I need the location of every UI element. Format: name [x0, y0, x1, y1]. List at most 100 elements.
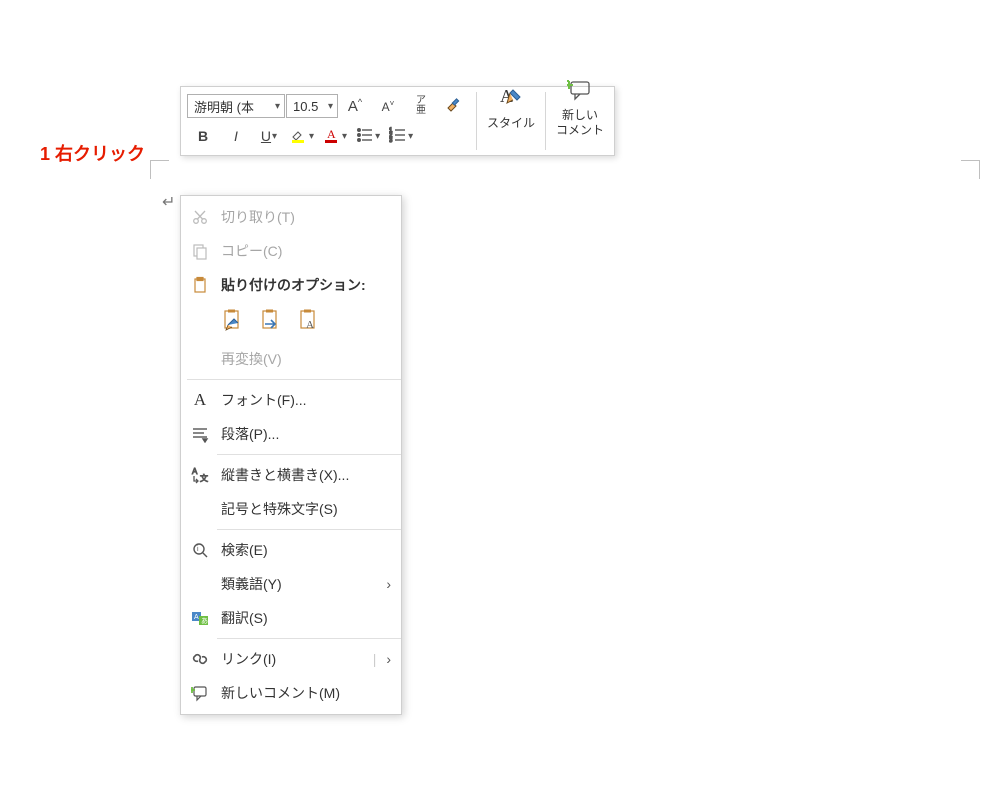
mini-toolbar: 游明朝 (本 ▾ 10.5 ▾ A^ A˅ ア亜: [180, 86, 615, 156]
bullets-icon: [356, 126, 374, 147]
bold-icon: B: [198, 128, 208, 144]
menu-paste-options-header: 貼り付けのオプション:: [181, 268, 401, 302]
menu-translate-label: 翻訳(S): [221, 608, 391, 628]
menu-font[interactable]: A フォント(F)...: [181, 383, 401, 417]
numbering-icon: 1 2 3: [389, 126, 407, 147]
phonetic-guide-button[interactable]: ア亜: [405, 92, 437, 120]
paste-merge-formatting[interactable]: [255, 304, 287, 336]
font-dialog-icon: A: [189, 389, 211, 411]
bullets-button[interactable]: ▾: [352, 122, 384, 150]
chevron-right-icon: ›: [386, 576, 391, 592]
new-comment-icon: [189, 682, 211, 704]
menu-new-comment-label: 新しいコメント(M): [221, 683, 391, 703]
menu-copy-label: コピー(C): [221, 241, 391, 261]
menu-text-direction[interactable]: A文 縦書きと横書き(X)...: [181, 458, 401, 492]
paste-text-only[interactable]: A: [293, 304, 325, 336]
italic-button[interactable]: I: [220, 122, 252, 150]
menu-divider: [217, 638, 401, 639]
menu-paragraph[interactable]: 段落(P)...: [181, 417, 401, 451]
new-comment-button[interactable]: 新しい コメント: [548, 89, 612, 123]
menu-search[interactable]: i 検索(E): [181, 533, 401, 567]
new-comment-label-2: コメント: [556, 123, 604, 137]
menu-reconvert[interactable]: 再変換(V): [181, 342, 401, 376]
clipboard-icon: [189, 274, 211, 296]
chevron-down-icon: ▾: [374, 131, 380, 142]
menu-symbols-label: 記号と特殊文字(S): [221, 499, 391, 519]
paragraph-icon: [189, 423, 211, 445]
format-painter-button[interactable]: [438, 92, 470, 120]
text-direction-icon: A文: [189, 464, 211, 486]
paste-keep-source-formatting[interactable]: [217, 304, 249, 336]
copy-icon: [189, 240, 211, 262]
menu-paragraph-label: 段落(P)...: [221, 424, 391, 444]
page-crop-top-left: [150, 160, 169, 179]
highlight-icon: [290, 126, 308, 147]
numbering-button[interactable]: 1 2 3 ▾: [385, 122, 417, 150]
font-color-button[interactable]: A ▾: [319, 122, 351, 150]
chevron-down-icon: ▾: [328, 101, 333, 112]
blank-icon: [189, 573, 211, 595]
grow-font-button[interactable]: A^: [339, 92, 371, 120]
new-comment-label-1: 新しい: [562, 108, 598, 122]
svg-text:あ: あ: [201, 617, 208, 625]
menu-new-comment[interactable]: 新しいコメント(M): [181, 676, 401, 710]
styles-label: スタイル: [487, 116, 535, 130]
phonetic-guide-icon: ア亜: [416, 96, 426, 116]
styles-button[interactable]: A スタイル: [479, 89, 543, 123]
menu-cut[interactable]: 切り取り(T): [181, 200, 401, 234]
grow-font-icon: A^: [348, 97, 362, 115]
svg-text:A: A: [194, 614, 199, 621]
bold-button[interactable]: B: [187, 122, 219, 150]
svg-text:3: 3: [389, 138, 393, 144]
toolbar-separator: [545, 92, 546, 150]
shrink-font-button[interactable]: A˅: [372, 92, 404, 120]
menu-symbols[interactable]: 記号と特殊文字(S): [181, 492, 401, 526]
annotation-1: 1 右クリック: [40, 140, 145, 166]
chevron-down-icon: ▾: [407, 131, 413, 142]
menu-synonyms-label: 類義語(Y): [221, 574, 376, 594]
font-color-icon: A: [323, 126, 341, 147]
font-name-combo[interactable]: 游明朝 (本 ▾: [187, 94, 285, 118]
context-menu: 切り取り(T) コピー(C) 貼り付けのオプション:: [180, 195, 402, 715]
menu-translate[interactable]: A あ 翻訳(S): [181, 601, 401, 635]
page-crop-top-right: [961, 160, 980, 179]
underline-button[interactable]: U▾: [253, 122, 285, 150]
menu-link[interactable]: リンク(I) | ›: [181, 642, 401, 676]
menu-search-label: 検索(E): [221, 540, 391, 560]
menu-text-direction-label: 縦書きと横書き(X)...: [221, 465, 391, 485]
toolbar-separator: [476, 92, 477, 150]
menu-reconvert-label: 再変換(V): [221, 349, 391, 369]
svg-text:A: A: [306, 319, 314, 331]
menu-cut-label: 切り取り(T): [221, 207, 391, 227]
svg-text:A: A: [327, 127, 336, 141]
menu-paste-options-label: 貼り付けのオプション:: [221, 275, 391, 295]
paste-options-row: A: [181, 302, 401, 342]
font-size-combo[interactable]: 10.5 ▾: [286, 94, 338, 118]
chevron-right-icon: ›: [386, 651, 391, 667]
blank-icon: [189, 498, 211, 520]
font-size-value: 10.5: [293, 99, 318, 114]
new-comment-icon: [567, 77, 593, 108]
styles-icon: A: [498, 84, 524, 115]
italic-icon: I: [234, 128, 238, 144]
chevron-down-icon: ▾: [275, 101, 280, 112]
link-icon: [189, 648, 211, 670]
search-icon: i: [189, 539, 211, 561]
translate-icon: A あ: [189, 607, 211, 629]
menu-copy[interactable]: コピー(C): [181, 234, 401, 268]
chevron-down-icon: ▾: [271, 131, 277, 142]
shrink-font-icon: A˅: [382, 99, 395, 114]
chevron-down-icon: ▾: [308, 131, 314, 142]
chevron-down-icon: ▾: [341, 131, 347, 142]
highlight-color-button[interactable]: ▾: [286, 122, 318, 150]
underline-icon: U: [261, 128, 271, 144]
text-cursor: ↵: [162, 192, 175, 212]
paintbrush-icon: [444, 95, 464, 118]
svg-text:i: i: [197, 546, 199, 553]
menu-synonyms[interactable]: 類義語(Y) ›: [181, 567, 401, 601]
svg-text:A: A: [192, 467, 198, 476]
menu-divider: [217, 454, 401, 455]
menu-link-label: リンク(I): [221, 649, 363, 669]
blank-icon: [189, 348, 211, 370]
scissors-icon: [189, 206, 211, 228]
